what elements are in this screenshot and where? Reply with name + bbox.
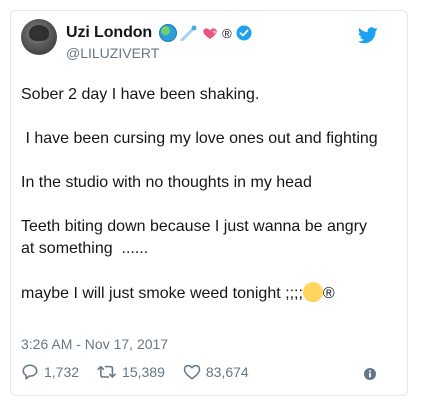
author-handle[interactable]: @LILUZIVERT xyxy=(66,45,159,61)
heart-icon xyxy=(183,364,201,380)
tweet-timestamp[interactable]: 3:26 AM - Nov 17, 2017 xyxy=(21,336,168,352)
like-count: 83,674 xyxy=(205,364,249,380)
reply-count: 1,732 xyxy=(44,364,80,380)
retweet-count: 15,389 xyxy=(122,364,165,380)
twitter-bird-icon[interactable] xyxy=(358,27,378,44)
verified-badge-icon xyxy=(236,25,252,41)
retweet-button[interactable]: 15,389 xyxy=(97,363,165,381)
reply-icon xyxy=(22,364,38,380)
reply-button[interactable]: 1,732 xyxy=(21,363,79,381)
like-button[interactable]: 83,674 xyxy=(183,363,249,381)
tweet-actions: 1,732 15,389 83,674 xyxy=(21,363,267,381)
retweet-icon xyxy=(97,365,116,378)
author-display-name[interactable]: Uzi London xyxy=(66,24,152,42)
tweet-last-line-text: maybe I will just smoke weed tonight ;;;… xyxy=(21,285,303,302)
tweet-paragraph: I have been cursing my love ones out and… xyxy=(21,130,378,147)
comet-emoji-icon xyxy=(180,25,197,41)
info-icon[interactable] xyxy=(364,368,376,380)
sweat-smile-emoji-icon xyxy=(302,282,323,302)
hearts-emoji-icon xyxy=(203,28,218,39)
avatar[interactable] xyxy=(21,19,57,55)
tweet-registered-mark: ® xyxy=(322,285,335,302)
tweet-paragraph: Sober 2 day I have been shaking. xyxy=(21,86,260,103)
tweet-paragraph: Teeth biting down because I just wanna b… xyxy=(21,218,372,257)
tweet-text: Sober 2 day I have been shaking. I have … xyxy=(21,84,381,305)
tweet-paragraph-last: maybe I will just smoke weed tonight ;;;… xyxy=(21,282,381,305)
registered-mark: ® xyxy=(222,25,232,41)
author-name-row: Uzi London ® xyxy=(66,23,252,43)
globe-emoji-icon xyxy=(159,24,178,42)
tweet-paragraph: In the studio with no thoughts in my hea… xyxy=(21,174,312,191)
